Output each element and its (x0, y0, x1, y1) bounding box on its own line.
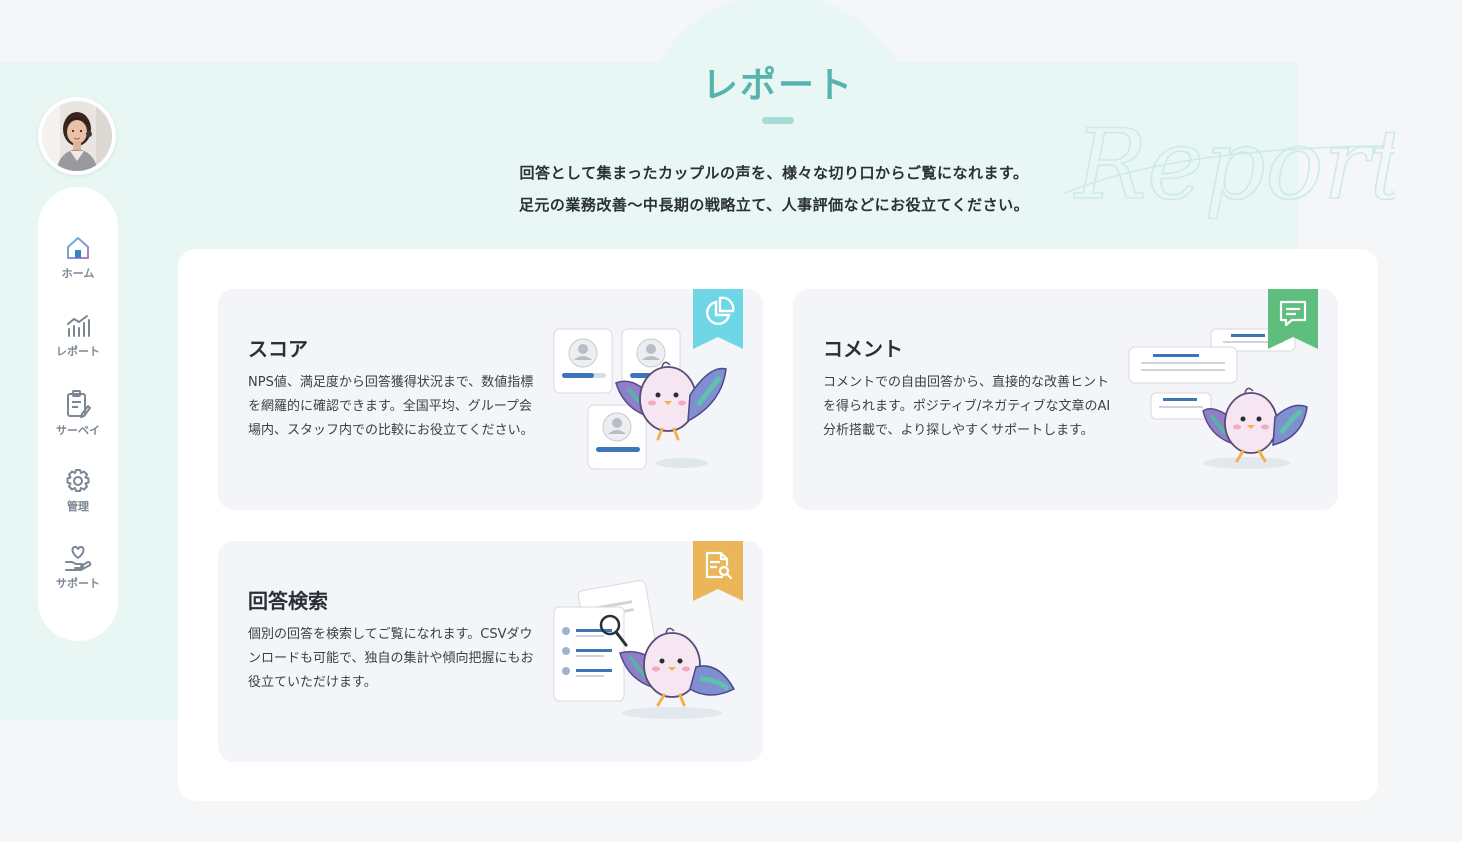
sidebar-item-admin[interactable]: 管理 (38, 468, 118, 514)
home-icon (67, 237, 89, 259)
intro-text-line-1: 回答として集まったカップルの声を、様々な切り口からご覧になれます。 (519, 164, 1029, 182)
comment-card-description: コメントでの自由回答から、直接的な改善ヒントを得られます。ポジティブ/ネガティブ… (823, 375, 1111, 438)
page-title: レポート (701, 65, 854, 106)
intro-text-line-2: 足元の業務改善〜中長期の戦略立て、人事評価などにお役立てください。 (518, 196, 1030, 214)
report-watermark: Report (1064, 108, 1395, 222)
answer-search-card-title: 回答検索 (248, 589, 328, 613)
sidebar-nav: ホーム レポート サーベイ 管理 サポート (38, 187, 118, 641)
answer-search-card-description: 個別の回答を検索してご覧になれます。CSVダウンロードも可能で、独自の集計や傾向… (248, 627, 534, 690)
sidebar-item-home[interactable]: ホーム (38, 235, 118, 281)
avatar-photo (42, 101, 112, 171)
score-card-title: スコア (248, 337, 308, 361)
clipboard-icon (67, 390, 91, 418)
answer-search-card[interactable]: 回答検索 個別の回答を検索してご覧になれます。CSVダウンロードも可能で、独自の… (218, 541, 763, 762)
user-avatar[interactable] (38, 97, 116, 175)
comment-card[interactable]: コメント コメントでの自由回答から、直接的な改善ヒントを得られます。ポジティブ/… (793, 289, 1338, 510)
sidebar-label-report: レポート (56, 345, 100, 358)
chart-icon (67, 315, 90, 337)
profile-card-3 (587, 404, 647, 470)
speech-bubble-2 (1128, 346, 1238, 384)
document-front (553, 606, 625, 702)
comment-ribbon (1268, 289, 1318, 349)
sidebar-item-support[interactable]: サポート (38, 543, 118, 591)
heart-hand-icon (65, 545, 92, 571)
answer-search-ribbon (693, 541, 743, 601)
sidebar-label-survey: サーベイ (56, 424, 100, 437)
sidebar-label-home: ホーム (61, 267, 95, 280)
score-card[interactable]: スコア NPS値、満足度から回答獲得状況まで、数値指標を網羅的に確認できます。全… (218, 289, 763, 510)
sidebar-label-admin: 管理 (67, 500, 89, 513)
sidebar-label-support: サポート (56, 577, 100, 590)
gear-icon (66, 469, 90, 492)
sidebar-item-survey[interactable]: サーベイ (38, 390, 118, 438)
comment-card-title: コメント (823, 337, 903, 361)
score-card-description: NPS値、満足度から回答獲得状況まで、数値指標を網羅的に確認できます。全国平均、… (248, 375, 534, 438)
title-underline (762, 117, 794, 124)
bird-mascot (1202, 387, 1308, 463)
answer-search-illustration (553, 579, 736, 719)
sidebar-item-report[interactable]: レポート (38, 313, 118, 359)
profile-card-1 (553, 328, 613, 394)
report-menu-panel: スコア NPS値、満足度から回答獲得状況まで、数値指標を網羅的に確認できます。全… (178, 249, 1378, 801)
speech-bubble-3 (1150, 392, 1212, 420)
score-ribbon (693, 289, 743, 349)
